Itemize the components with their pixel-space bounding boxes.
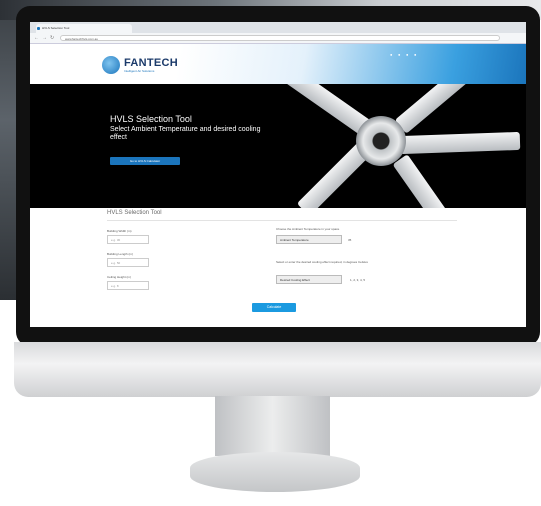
logo-tagline: Intelligent Air Solutions (124, 69, 155, 73)
address-bar-row: ← → ↻ www.fantechhvls.com.au (30, 33, 526, 44)
hero-subtitle: Select Ambient Temperature and desired c… (110, 126, 261, 141)
twitter-icon[interactable]: ● (398, 52, 400, 57)
fan-blade (392, 154, 448, 208)
cooling-value[interactable]: 1, 2, 3, 4, 5 (350, 278, 365, 282)
calculate-button[interactable]: Calculate (252, 303, 296, 312)
url-input[interactable]: www.fantechhvls.com.au (60, 35, 500, 41)
hero-cta-button[interactable]: Go to HVLS Calculator (110, 157, 180, 165)
hero-banner: HVLS Selection Tool Select Ambient Tempe… (30, 84, 526, 208)
monitor-screen: HVLS Selection Tool ← → ↻ www.fantechhvl… (30, 22, 526, 327)
cooling-note: Select or enter the desired cooling effe… (276, 260, 368, 264)
fan-blade (394, 84, 476, 134)
forward-icon[interactable]: → (42, 35, 47, 41)
reload-icon[interactable]: ↻ (50, 35, 54, 41)
linkedin-icon[interactable]: ● (406, 52, 408, 57)
cooling-select[interactable]: Desired Cooling Effect (276, 275, 342, 284)
fan-blade (399, 131, 521, 155)
length-input[interactable]: e.g. 50 (107, 258, 149, 267)
tool-section-title: HVLS Selection Tool (107, 210, 162, 216)
width-input[interactable]: e.g. 30 (107, 235, 149, 244)
fantech-logo-icon (102, 56, 120, 74)
logo-text[interactable]: FANTECH (124, 57, 178, 69)
temperature-select[interactable]: Ambient Temperature (276, 235, 342, 244)
monitor-chin (14, 342, 541, 397)
section-divider (107, 220, 457, 221)
hero-title: HVLS Selection Tool (110, 114, 192, 124)
back-icon[interactable]: ← (34, 35, 39, 41)
monitor-base (190, 452, 360, 492)
width-label: Building Width (m) (107, 229, 132, 233)
height-label: Ceiling Height (m) (107, 275, 132, 279)
fan-hub (356, 116, 406, 166)
facebook-icon[interactable]: ● (390, 52, 392, 57)
length-label: Building Length (m) (107, 252, 134, 256)
temperature-value[interactable]: 35 (348, 238, 351, 242)
site-header: FANTECH Intelligent Air Solutions ● ● ● … (30, 44, 526, 84)
browser-tab[interactable]: HVLS Selection Tool (36, 24, 132, 33)
temperature-note: Choose the Ambient Temperature in your s… (276, 227, 340, 231)
youtube-icon[interactable]: ● (414, 52, 416, 57)
tab-title: HVLS Selection Tool (42, 26, 70, 30)
height-input[interactable]: e.g. 8 (107, 281, 149, 290)
favicon-icon (37, 27, 40, 30)
browser-tab-bar: HVLS Selection Tool (30, 22, 526, 33)
monitor-stand (215, 396, 330, 456)
